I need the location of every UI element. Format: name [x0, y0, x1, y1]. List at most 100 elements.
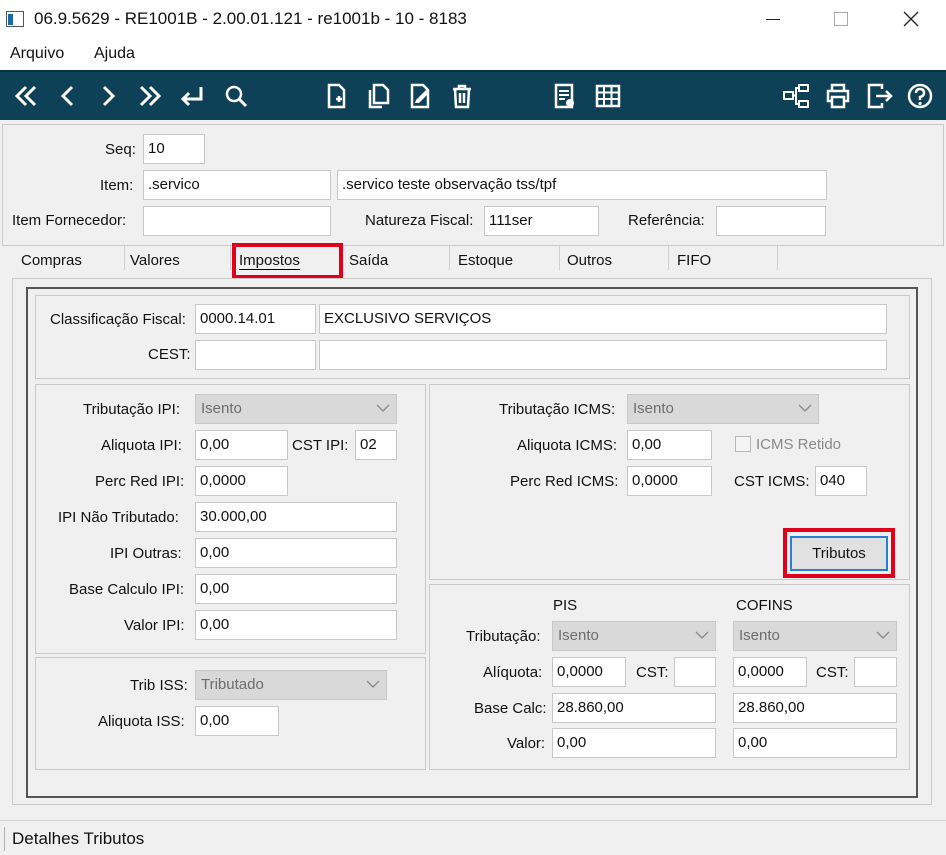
tab-valores[interactable]: Valores	[130, 252, 180, 269]
tributos-button[interactable]: Tributos	[790, 536, 888, 571]
referencia-field[interactable]	[716, 206, 826, 236]
item-description-field[interactable]: .servico teste observação tss/tpf	[337, 170, 827, 200]
chevron-down-icon	[376, 404, 390, 412]
tab-estoque[interactable]: Estoque	[458, 252, 513, 269]
tab-saida[interactable]: Saída	[349, 252, 388, 269]
ipi-outras-label: IPI Outras:	[110, 545, 182, 562]
classificacao-label: Classificação Fiscal:	[50, 311, 186, 328]
tributacao-icms-select[interactable]: Isento	[627, 394, 819, 424]
cest-label: CEST:	[148, 346, 191, 363]
natureza-fiscal-field[interactable]: 111ser	[484, 206, 599, 236]
next-icon[interactable]	[92, 80, 124, 112]
aliquota-iss-field[interactable]: 0,00	[195, 706, 279, 736]
tab-separator	[777, 246, 778, 270]
copy-icon[interactable]	[362, 80, 394, 112]
aliquota-ipi-field[interactable]: 0,00	[195, 430, 288, 460]
tributacao-ipi-value: Isento	[201, 400, 242, 417]
first-icon[interactable]	[10, 80, 42, 112]
classificacao-desc-field[interactable]: EXCLUSIVO SERVIÇOS	[319, 304, 887, 334]
app-icon	[6, 11, 24, 27]
toolbar	[0, 70, 946, 120]
seq-field[interactable]: 10	[143, 134, 205, 164]
menu-arquivo[interactable]: Arquivo	[10, 45, 64, 63]
classificacao-code-field[interactable]: 0000.14.01	[195, 304, 316, 334]
perc-red-icms-field[interactable]: 0,0000	[627, 466, 712, 496]
icms-retido-checkbox[interactable]	[735, 436, 751, 452]
base-calculo-ipi-field[interactable]: 0,00	[195, 574, 397, 604]
minimize-icon[interactable]	[766, 19, 780, 20]
perc-red-ipi-label: Perc Red IPI:	[95, 473, 185, 490]
pis-cst-field[interactable]	[674, 657, 716, 687]
pis-aliquota-label: Alíquota:	[483, 664, 543, 681]
base-calc-label: Base Calc:	[474, 700, 547, 717]
grid-icon[interactable]	[592, 80, 624, 112]
cofins-cst-label: CST:	[816, 664, 849, 681]
item-fornecedor-label: Item Fornecedor:	[12, 212, 127, 229]
pis-tributacao-label: Tributação:	[466, 628, 541, 645]
aliquota-iss-label: Aliquota ISS:	[98, 713, 185, 730]
tab-separator	[230, 246, 231, 270]
status-text: Detalhes Tributos	[12, 829, 145, 848]
tab-compras[interactable]: Compras	[21, 252, 82, 269]
prev-icon[interactable]	[52, 80, 84, 112]
pis-valor-field[interactable]: 0,00	[552, 728, 716, 758]
aliquota-ipi-label: Aliquota IPI:	[101, 437, 182, 454]
cest-desc-field[interactable]	[319, 340, 887, 370]
cofins-aliquota-field[interactable]: 0,0000	[733, 657, 807, 687]
valor-label: Valor:	[507, 735, 546, 752]
delete-icon[interactable]	[446, 80, 478, 112]
new-doc-icon[interactable]	[320, 80, 352, 112]
valor-ipi-field[interactable]: 0,00	[195, 610, 397, 640]
tab-separator	[124, 246, 125, 270]
cofins-valor-field[interactable]: 0,00	[733, 728, 897, 758]
search-icon[interactable]	[220, 80, 252, 112]
cst-icms-field[interactable]: 040	[815, 466, 867, 496]
list-icon[interactable]	[548, 80, 580, 112]
enter-icon[interactable]	[176, 80, 208, 112]
tree-icon[interactable]	[780, 80, 812, 112]
pis-aliquota-field[interactable]: 0,0000	[552, 657, 626, 687]
cofins-tributacao-select[interactable]: Isento	[733, 621, 897, 651]
trib-iss-value: Tributado	[201, 676, 264, 693]
item-field[interactable]: .servico	[143, 170, 331, 200]
ipi-outras-field[interactable]: 0,00	[195, 538, 397, 568]
tributacao-ipi-select[interactable]: Isento	[195, 394, 397, 424]
ipi-nao-tributado-field[interactable]: 30.000,00	[195, 502, 397, 532]
pis-tributacao-select[interactable]: Isento	[552, 621, 716, 651]
tab-separator	[559, 246, 560, 270]
tab-outros[interactable]: Outros	[567, 252, 612, 269]
cst-ipi-field[interactable]: 02	[355, 430, 397, 460]
aliquota-icms-label: Aliquota ICMS:	[517, 437, 618, 454]
help-icon[interactable]	[904, 80, 936, 112]
menu-ajuda[interactable]: Ajuda	[94, 45, 135, 63]
cofins-cst-field[interactable]	[854, 657, 897, 687]
icms-retido-label: ICMS Retido	[756, 436, 842, 453]
tab-impostos-highlight	[232, 243, 343, 279]
cofins-tributacao-value: Isento	[739, 627, 780, 644]
edit-icon[interactable]	[404, 80, 436, 112]
chevron-down-icon	[876, 631, 890, 639]
last-icon[interactable]	[134, 80, 166, 112]
trib-iss-select[interactable]: Tributado	[195, 670, 387, 700]
tab-fifo[interactable]: FIFO	[677, 252, 711, 269]
tributacao-icms-value: Isento	[633, 400, 674, 417]
chevron-down-icon	[366, 680, 380, 688]
status-divider	[4, 827, 5, 851]
exit-icon[interactable]	[864, 80, 896, 112]
item-fornecedor-field[interactable]	[143, 206, 331, 236]
aliquota-icms-field[interactable]: 0,00	[627, 430, 712, 460]
close-icon[interactable]	[902, 10, 920, 28]
item-label: Item:	[100, 177, 134, 194]
chevron-down-icon	[695, 631, 709, 639]
cst-ipi-label: CST IPI:	[292, 437, 349, 454]
pis-base-field[interactable]: 28.860,00	[552, 693, 716, 723]
print-icon[interactable]	[822, 80, 854, 112]
cofins-header: COFINS	[736, 597, 793, 614]
window-title: 06.9.5629 - RE1001B - 2.00.01.121 - re10…	[34, 9, 467, 28]
cest-field[interactable]	[195, 340, 316, 370]
cofins-base-field[interactable]: 28.860,00	[733, 693, 897, 723]
maximize-icon[interactable]	[834, 12, 848, 26]
cst-icms-label: CST ICMS:	[734, 473, 810, 490]
pis-header: PIS	[553, 597, 578, 614]
perc-red-ipi-field[interactable]: 0,0000	[195, 466, 288, 496]
